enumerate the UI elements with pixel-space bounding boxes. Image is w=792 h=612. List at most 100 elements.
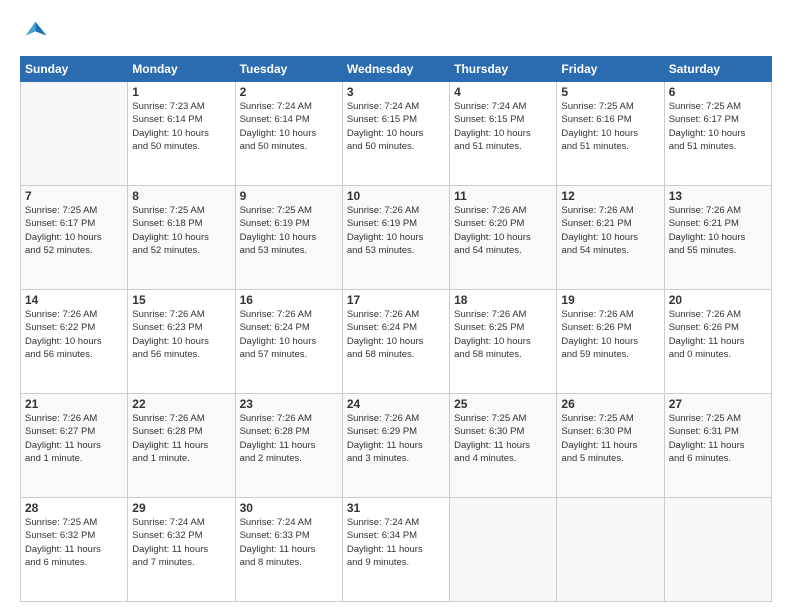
day-cell: 29Sunrise: 7:24 AM Sunset: 6:32 PM Dayli… — [128, 498, 235, 602]
day-cell: 30Sunrise: 7:24 AM Sunset: 6:33 PM Dayli… — [235, 498, 342, 602]
logo-icon — [20, 16, 48, 44]
header-cell-sunday: Sunday — [21, 57, 128, 82]
header-cell-tuesday: Tuesday — [235, 57, 342, 82]
day-cell: 25Sunrise: 7:25 AM Sunset: 6:30 PM Dayli… — [450, 394, 557, 498]
day-info: Sunrise: 7:26 AM Sunset: 6:24 PM Dayligh… — [347, 308, 445, 361]
header-cell-thursday: Thursday — [450, 57, 557, 82]
page: SundayMondayTuesdayWednesdayThursdayFrid… — [0, 0, 792, 612]
day-cell: 21Sunrise: 7:26 AM Sunset: 6:27 PM Dayli… — [21, 394, 128, 498]
day-cell: 16Sunrise: 7:26 AM Sunset: 6:24 PM Dayli… — [235, 290, 342, 394]
day-number: 5 — [561, 85, 659, 99]
day-cell: 8Sunrise: 7:25 AM Sunset: 6:18 PM Daylig… — [128, 186, 235, 290]
day-info: Sunrise: 7:25 AM Sunset: 6:30 PM Dayligh… — [454, 412, 552, 465]
week-row-4: 21Sunrise: 7:26 AM Sunset: 6:27 PM Dayli… — [21, 394, 772, 498]
day-cell: 7Sunrise: 7:25 AM Sunset: 6:17 PM Daylig… — [21, 186, 128, 290]
week-row-3: 14Sunrise: 7:26 AM Sunset: 6:22 PM Dayli… — [21, 290, 772, 394]
day-info: Sunrise: 7:24 AM Sunset: 6:15 PM Dayligh… — [454, 100, 552, 153]
day-info: Sunrise: 7:23 AM Sunset: 6:14 PM Dayligh… — [132, 100, 230, 153]
header — [20, 16, 772, 44]
day-cell: 12Sunrise: 7:26 AM Sunset: 6:21 PM Dayli… — [557, 186, 664, 290]
day-number: 25 — [454, 397, 552, 411]
day-number: 14 — [25, 293, 123, 307]
day-cell: 26Sunrise: 7:25 AM Sunset: 6:30 PM Dayli… — [557, 394, 664, 498]
calendar-header: SundayMondayTuesdayWednesdayThursdayFrid… — [21, 57, 772, 82]
day-cell: 5Sunrise: 7:25 AM Sunset: 6:16 PM Daylig… — [557, 82, 664, 186]
day-number: 18 — [454, 293, 552, 307]
day-number: 26 — [561, 397, 659, 411]
header-row: SundayMondayTuesdayWednesdayThursdayFrid… — [21, 57, 772, 82]
day-cell — [664, 498, 771, 602]
day-cell: 28Sunrise: 7:25 AM Sunset: 6:32 PM Dayli… — [21, 498, 128, 602]
day-info: Sunrise: 7:24 AM Sunset: 6:33 PM Dayligh… — [240, 516, 338, 569]
day-cell: 20Sunrise: 7:26 AM Sunset: 6:26 PM Dayli… — [664, 290, 771, 394]
day-cell: 4Sunrise: 7:24 AM Sunset: 6:15 PM Daylig… — [450, 82, 557, 186]
day-number: 28 — [25, 501, 123, 515]
week-row-5: 28Sunrise: 7:25 AM Sunset: 6:32 PM Dayli… — [21, 498, 772, 602]
day-number: 17 — [347, 293, 445, 307]
day-cell: 24Sunrise: 7:26 AM Sunset: 6:29 PM Dayli… — [342, 394, 449, 498]
day-info: Sunrise: 7:26 AM Sunset: 6:20 PM Dayligh… — [454, 204, 552, 257]
day-info: Sunrise: 7:24 AM Sunset: 6:14 PM Dayligh… — [240, 100, 338, 153]
week-row-1: 1Sunrise: 7:23 AM Sunset: 6:14 PM Daylig… — [21, 82, 772, 186]
day-cell: 14Sunrise: 7:26 AM Sunset: 6:22 PM Dayli… — [21, 290, 128, 394]
day-cell — [21, 82, 128, 186]
day-info: Sunrise: 7:26 AM Sunset: 6:24 PM Dayligh… — [240, 308, 338, 361]
day-cell: 6Sunrise: 7:25 AM Sunset: 6:17 PM Daylig… — [664, 82, 771, 186]
day-number: 13 — [669, 189, 767, 203]
day-info: Sunrise: 7:26 AM Sunset: 6:25 PM Dayligh… — [454, 308, 552, 361]
day-info: Sunrise: 7:25 AM Sunset: 6:31 PM Dayligh… — [669, 412, 767, 465]
day-cell: 17Sunrise: 7:26 AM Sunset: 6:24 PM Dayli… — [342, 290, 449, 394]
day-info: Sunrise: 7:26 AM Sunset: 6:19 PM Dayligh… — [347, 204, 445, 257]
day-number: 10 — [347, 189, 445, 203]
day-number: 23 — [240, 397, 338, 411]
day-number: 12 — [561, 189, 659, 203]
day-cell: 31Sunrise: 7:24 AM Sunset: 6:34 PM Dayli… — [342, 498, 449, 602]
day-cell: 15Sunrise: 7:26 AM Sunset: 6:23 PM Dayli… — [128, 290, 235, 394]
day-info: Sunrise: 7:25 AM Sunset: 6:30 PM Dayligh… — [561, 412, 659, 465]
day-info: Sunrise: 7:25 AM Sunset: 6:17 PM Dayligh… — [25, 204, 123, 257]
day-number: 29 — [132, 501, 230, 515]
header-cell-wednesday: Wednesday — [342, 57, 449, 82]
day-info: Sunrise: 7:26 AM Sunset: 6:28 PM Dayligh… — [240, 412, 338, 465]
day-info: Sunrise: 7:26 AM Sunset: 6:26 PM Dayligh… — [561, 308, 659, 361]
day-number: 22 — [132, 397, 230, 411]
day-info: Sunrise: 7:25 AM Sunset: 6:16 PM Dayligh… — [561, 100, 659, 153]
day-cell: 27Sunrise: 7:25 AM Sunset: 6:31 PM Dayli… — [664, 394, 771, 498]
day-cell: 13Sunrise: 7:26 AM Sunset: 6:21 PM Dayli… — [664, 186, 771, 290]
day-info: Sunrise: 7:25 AM Sunset: 6:18 PM Dayligh… — [132, 204, 230, 257]
day-info: Sunrise: 7:24 AM Sunset: 6:32 PM Dayligh… — [132, 516, 230, 569]
day-cell: 3Sunrise: 7:24 AM Sunset: 6:15 PM Daylig… — [342, 82, 449, 186]
day-cell — [557, 498, 664, 602]
day-number: 19 — [561, 293, 659, 307]
day-info: Sunrise: 7:25 AM Sunset: 6:32 PM Dayligh… — [25, 516, 123, 569]
calendar-body: 1Sunrise: 7:23 AM Sunset: 6:14 PM Daylig… — [21, 82, 772, 602]
day-cell: 18Sunrise: 7:26 AM Sunset: 6:25 PM Dayli… — [450, 290, 557, 394]
header-cell-friday: Friday — [557, 57, 664, 82]
day-cell: 10Sunrise: 7:26 AM Sunset: 6:19 PM Dayli… — [342, 186, 449, 290]
day-number: 15 — [132, 293, 230, 307]
logo — [20, 16, 52, 44]
day-number: 3 — [347, 85, 445, 99]
day-info: Sunrise: 7:25 AM Sunset: 6:17 PM Dayligh… — [669, 100, 767, 153]
day-number: 30 — [240, 501, 338, 515]
day-number: 31 — [347, 501, 445, 515]
day-cell: 11Sunrise: 7:26 AM Sunset: 6:20 PM Dayli… — [450, 186, 557, 290]
week-row-2: 7Sunrise: 7:25 AM Sunset: 6:17 PM Daylig… — [21, 186, 772, 290]
day-info: Sunrise: 7:24 AM Sunset: 6:15 PM Dayligh… — [347, 100, 445, 153]
day-number: 21 — [25, 397, 123, 411]
day-info: Sunrise: 7:26 AM Sunset: 6:29 PM Dayligh… — [347, 412, 445, 465]
day-cell: 1Sunrise: 7:23 AM Sunset: 6:14 PM Daylig… — [128, 82, 235, 186]
header-cell-monday: Monday — [128, 57, 235, 82]
calendar-table: SundayMondayTuesdayWednesdayThursdayFrid… — [20, 56, 772, 602]
day-info: Sunrise: 7:24 AM Sunset: 6:34 PM Dayligh… — [347, 516, 445, 569]
day-number: 1 — [132, 85, 230, 99]
day-info: Sunrise: 7:26 AM Sunset: 6:26 PM Dayligh… — [669, 308, 767, 361]
day-number: 27 — [669, 397, 767, 411]
day-number: 16 — [240, 293, 338, 307]
day-number: 24 — [347, 397, 445, 411]
day-info: Sunrise: 7:26 AM Sunset: 6:21 PM Dayligh… — [561, 204, 659, 257]
day-cell: 23Sunrise: 7:26 AM Sunset: 6:28 PM Dayli… — [235, 394, 342, 498]
day-info: Sunrise: 7:26 AM Sunset: 6:22 PM Dayligh… — [25, 308, 123, 361]
day-cell: 9Sunrise: 7:25 AM Sunset: 6:19 PM Daylig… — [235, 186, 342, 290]
day-number: 20 — [669, 293, 767, 307]
